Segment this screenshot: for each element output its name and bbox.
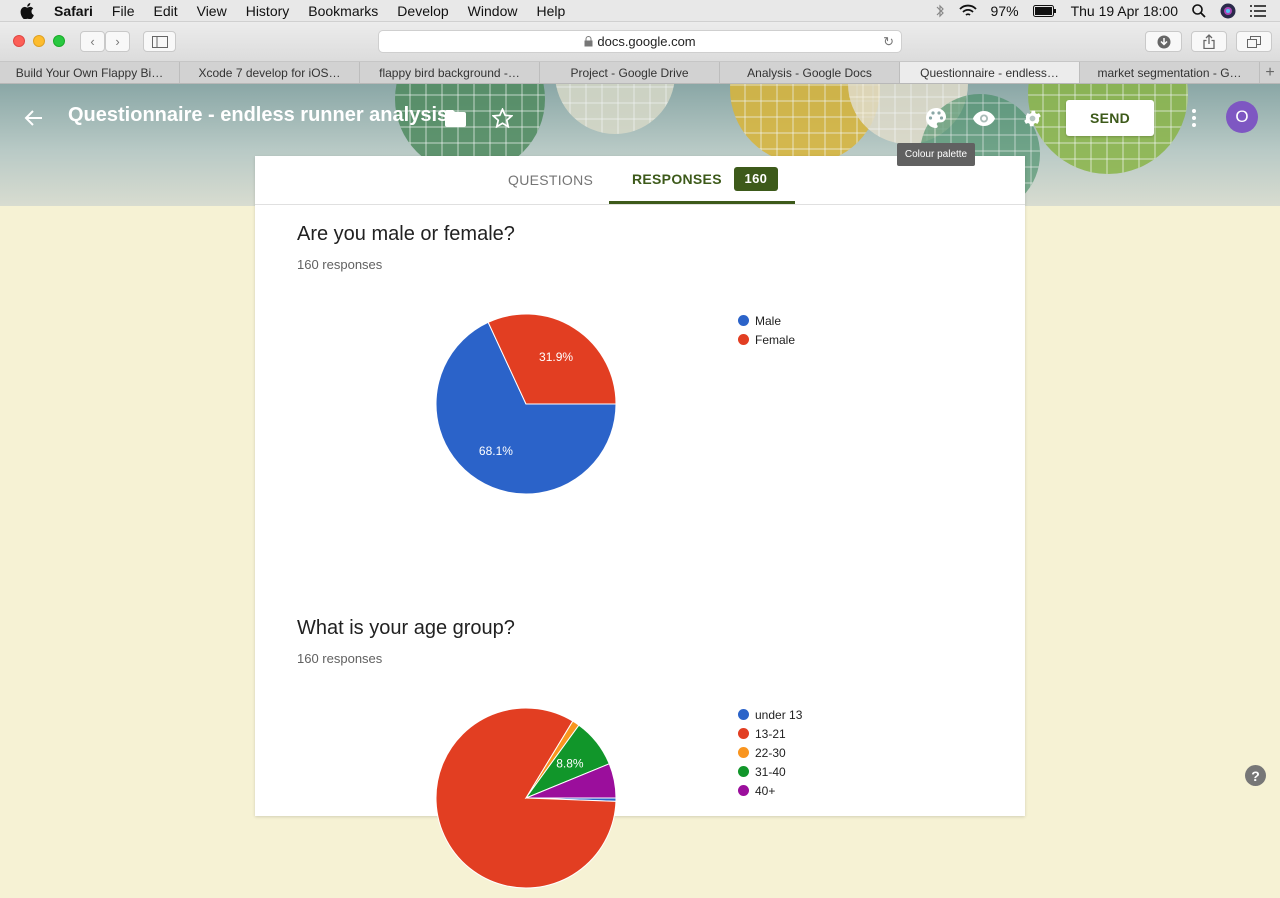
sidebar-icon [151,35,168,48]
menu-window[interactable]: Window [468,3,518,19]
legend-dot [738,709,749,720]
apple-menu-icon[interactable] [20,2,38,19]
legend-item-40[interactable]: 40+ [738,781,802,800]
chevron-right-icon: › [115,34,120,49]
browser-tab[interactable]: market segmentation - G… [1080,62,1260,83]
browser-tab[interactable]: Project - Google Drive [540,62,720,83]
tab-overview-button[interactable] [1236,31,1272,52]
question-response-count: 160 responses [297,651,383,666]
browser-tab-active[interactable]: Questionnaire - endless… [900,62,1080,83]
responses-card: QUESTIONS RESPONSES 160 Are you male or … [255,156,1025,889]
menu-develop[interactable]: Develop [397,3,448,19]
tabs-icon [1247,35,1261,48]
legend-label: 13-21 [755,726,786,741]
legend-dot [738,334,749,345]
spotlight-search-icon[interactable] [1192,4,1206,18]
star-icon[interactable] [490,106,514,130]
help-question-icon[interactable]: ? [1245,765,1266,786]
browser-toolbar: ‹ › docs.google.com ↻ [0,22,1280,62]
sidebar-toggle-button[interactable] [143,31,176,52]
menubar-clock[interactable]: Thu 19 Apr 18:00 [1071,3,1178,19]
pie-slice-label: 8.8% [556,757,584,771]
menu-bookmarks[interactable]: Bookmarks [308,3,378,19]
legend-item-female[interactable]: Female [738,330,795,349]
settings-gear-icon[interactable] [1020,106,1044,130]
bluetooth-icon[interactable] [935,4,945,18]
address-bar[interactable]: docs.google.com ↻ [378,30,902,53]
preview-eye-icon[interactable] [972,106,996,130]
menu-view[interactable]: View [197,3,227,19]
close-window-button[interactable] [13,35,25,47]
notification-center-icon[interactable] [1250,5,1266,17]
reload-icon[interactable]: ↻ [883,34,894,50]
downloads-button[interactable] [1145,31,1182,52]
palette-icon[interactable] [924,106,948,130]
legend-dot [738,766,749,777]
legend-label: 22-30 [755,745,786,760]
minimize-window-button[interactable] [33,35,45,47]
lock-icon [584,36,593,47]
form-title: Questionnaire - endless runner analysis [68,104,449,126]
age-group-pie-chart: 8.8% [435,707,617,889]
tooltip: Colour palette [897,143,975,166]
zoom-window-button[interactable] [53,35,65,47]
browser-tab-strip: Build Your Own Flappy Bi… Xcode 7 develo… [0,62,1280,84]
responses-count-badge: 160 [733,166,778,191]
macos-menubar: Safari File Edit View History Bookmarks … [0,0,1280,22]
menu-safari[interactable]: Safari [54,3,93,19]
browser-tab[interactable]: Build Your Own Flappy Bi… [0,62,180,83]
browser-tab[interactable]: Xcode 7 develop for iOS… [180,62,360,83]
legend-label: Male [755,313,782,328]
legend-label: 31-40 [755,764,786,779]
siri-icon[interactable] [1220,3,1236,19]
legend-item-male[interactable]: Male [738,311,795,330]
legend-item-22-30[interactable]: 22-30 [738,743,802,762]
gender-chart-legend: Male Female [738,311,795,349]
legend-dot [738,747,749,758]
question-response-count: 160 responses [297,257,383,272]
question-title: What is your age group? [297,617,515,639]
tab-responses-label: RESPONSES [632,170,722,187]
more-vert-icon[interactable] [1182,106,1206,130]
plus-icon: + [1265,63,1275,81]
new-tab-button[interactable]: + [1260,62,1280,83]
menu-file[interactable]: File [112,3,135,19]
age-group-chart-legend: under 13 13-21 22-30 31-40 40+ [738,705,802,800]
browser-tab[interactable]: Analysis - Google Docs [720,62,900,83]
legend-label: 40+ [755,783,776,798]
legend-item-13-21[interactable]: 13-21 [738,724,802,743]
legend-item-under-13[interactable]: under 13 [738,705,802,724]
legend-label: Female [755,332,796,347]
account-avatar[interactable]: O [1226,101,1258,133]
back-button[interactable]: ‹ [80,31,105,52]
tab-questions[interactable]: QUESTIONS [508,156,593,204]
menu-history[interactable]: History [246,3,290,19]
send-button[interactable]: SEND [1066,100,1154,136]
share-button[interactable] [1191,31,1227,52]
download-icon [1157,35,1170,48]
legend-dot [738,315,749,326]
share-icon [1203,34,1215,49]
browser-tab[interactable]: flappy bird background -… [360,62,540,83]
forward-button[interactable]: › [105,31,130,52]
chevron-left-icon: ‹ [90,34,95,49]
header-globe-decoration [555,84,675,134]
pie-slice-label: 68.1% [479,444,513,458]
folder-icon[interactable] [443,106,467,130]
gender-pie-chart: 68.1% 31.9% [435,313,617,495]
menu-edit[interactable]: Edit [153,3,177,19]
url-text: docs.google.com [597,34,696,49]
legend-dot [738,728,749,739]
menu-help[interactable]: Help [536,3,565,19]
legend-dot [738,785,749,796]
battery-icon[interactable] [1032,5,1057,17]
legend-item-31-40[interactable]: 31-40 [738,762,802,781]
legend-label: under 13 [755,707,803,722]
question-title: Are you male or female? [297,223,515,245]
tab-responses[interactable]: RESPONSES 160 [609,156,795,204]
pie-slice-label: 31.9% [539,350,573,364]
back-arrow-icon[interactable] [22,106,46,130]
wifi-icon[interactable] [958,4,977,18]
battery-percent: 97% [990,3,1019,19]
